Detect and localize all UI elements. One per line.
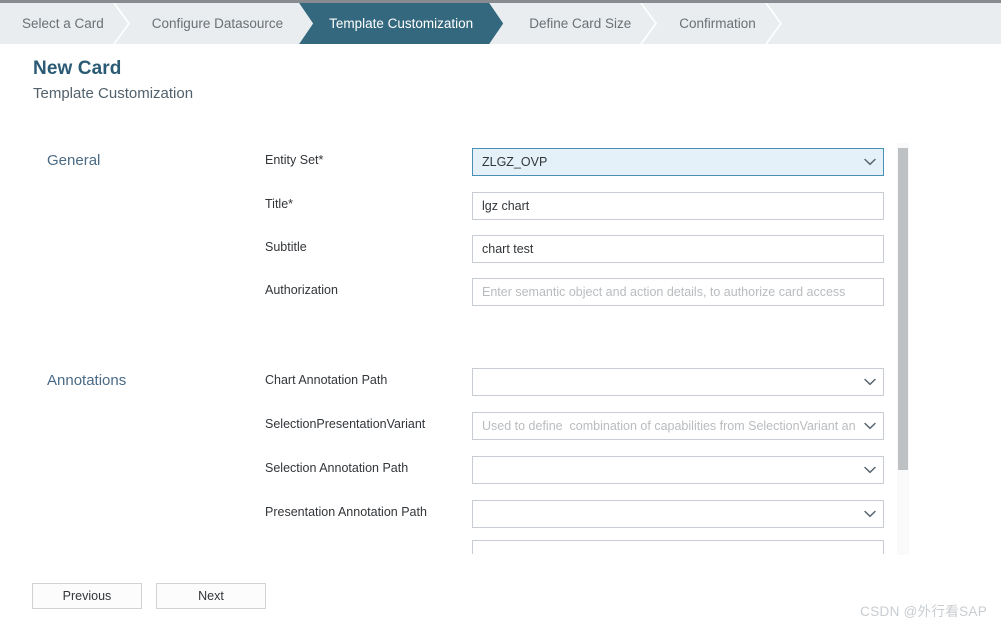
wizard-step-select-a-card[interactable]: Select a Card (0, 3, 130, 44)
previous-button[interactable]: Previous (32, 583, 142, 609)
chart-annotation-path-select[interactable] (472, 368, 884, 396)
wizard-step-bar: Select a Card Configure Datasource Templ… (0, 3, 1001, 44)
field-row-selection-annotation-path: Selection Annotation Path (265, 456, 965, 486)
field-row-title: Title* (265, 192, 965, 222)
field-control-subtitle (472, 235, 884, 263)
wizard-step-label: Configure Datasource (151, 16, 284, 31)
field-row-presentation-annotation-path: Presentation Annotation Path (265, 500, 965, 530)
form-scroll-area: General Entity Set* Title* (0, 130, 1001, 560)
field-control-title (472, 192, 884, 220)
field-label-selection-annotation-path: Selection Annotation Path (265, 461, 409, 475)
wizard-step-confirmation[interactable]: Confirmation (657, 3, 782, 44)
field-label-presentation-annotation-path: Presentation Annotation Path (265, 505, 427, 519)
next-button[interactable]: Next (156, 583, 266, 609)
wizard-footer: Previous Next (0, 578, 1001, 633)
field-label-chart-annotation-path: Chart Annotation Path (265, 373, 388, 387)
wizard-step-label: Select a Card (22, 16, 104, 31)
page-subtitle: Template Customization (33, 85, 194, 102)
entity-set-select[interactable] (472, 148, 884, 176)
field-control-selection-annotation-path (472, 456, 884, 484)
field-control-presentation-annotation-path (472, 500, 884, 528)
wizard-step-template-customization[interactable]: Template Customization (299, 3, 503, 44)
field-control-chart-annotation-path (472, 368, 884, 396)
field-control-selection-presentation-variant (472, 412, 884, 440)
field-control-authorization (472, 278, 884, 306)
field-label-entity-set: Entity Set* (265, 153, 324, 167)
field-row-subtitle: Subtitle (265, 235, 965, 265)
selection-presentation-variant-select[interactable] (472, 412, 884, 440)
field-row-chart-annotation-path: Chart Annotation Path (265, 368, 965, 398)
form-scrollbar-thumb[interactable] (898, 148, 908, 470)
chevron-right-icon (113, 3, 131, 44)
field-label-authorization: Authorization (265, 283, 338, 297)
page-title: New Card (33, 58, 122, 79)
section-label-general: General (47, 152, 101, 169)
page-header: New Card Template Customization (33, 58, 193, 104)
wizard-page: Select a Card Configure Datasource Templ… (0, 0, 1001, 633)
title-input[interactable] (472, 192, 884, 220)
field-label-subtitle: Subtitle (265, 240, 307, 254)
subtitle-input[interactable] (472, 235, 884, 263)
field-row-authorization: Authorization (265, 278, 965, 308)
wizard-step-label: Define Card Size (529, 16, 632, 31)
wizard-step-define-card-size[interactable]: Define Card Size (503, 3, 658, 44)
wizard-step-label: Template Customization (329, 16, 474, 31)
field-control-entity-set (472, 148, 884, 176)
field-label-title: Title* (265, 197, 294, 211)
selection-annotation-path-select[interactable] (472, 456, 884, 484)
field-label-selection-presentation-variant: SelectionPresentationVariant (265, 417, 426, 431)
presentation-annotation-path-select[interactable] (472, 500, 884, 528)
wizard-step-configure-datasource[interactable]: Configure Datasource (129, 3, 310, 44)
field-row-entity-set: Entity Set* (265, 148, 965, 178)
authorization-input[interactable] (472, 278, 884, 306)
chevron-right-icon (640, 3, 658, 44)
wizard-step-label: Confirmation (679, 16, 756, 31)
field-control-clipped-next[interactable] (472, 540, 884, 554)
section-label-annotations: Annotations (47, 372, 127, 389)
watermark: CSDN @外行看SAP (860, 604, 987, 619)
field-row-selection-presentation-variant: SelectionPresentationVariant (265, 412, 965, 442)
chevron-right-icon (765, 3, 783, 44)
